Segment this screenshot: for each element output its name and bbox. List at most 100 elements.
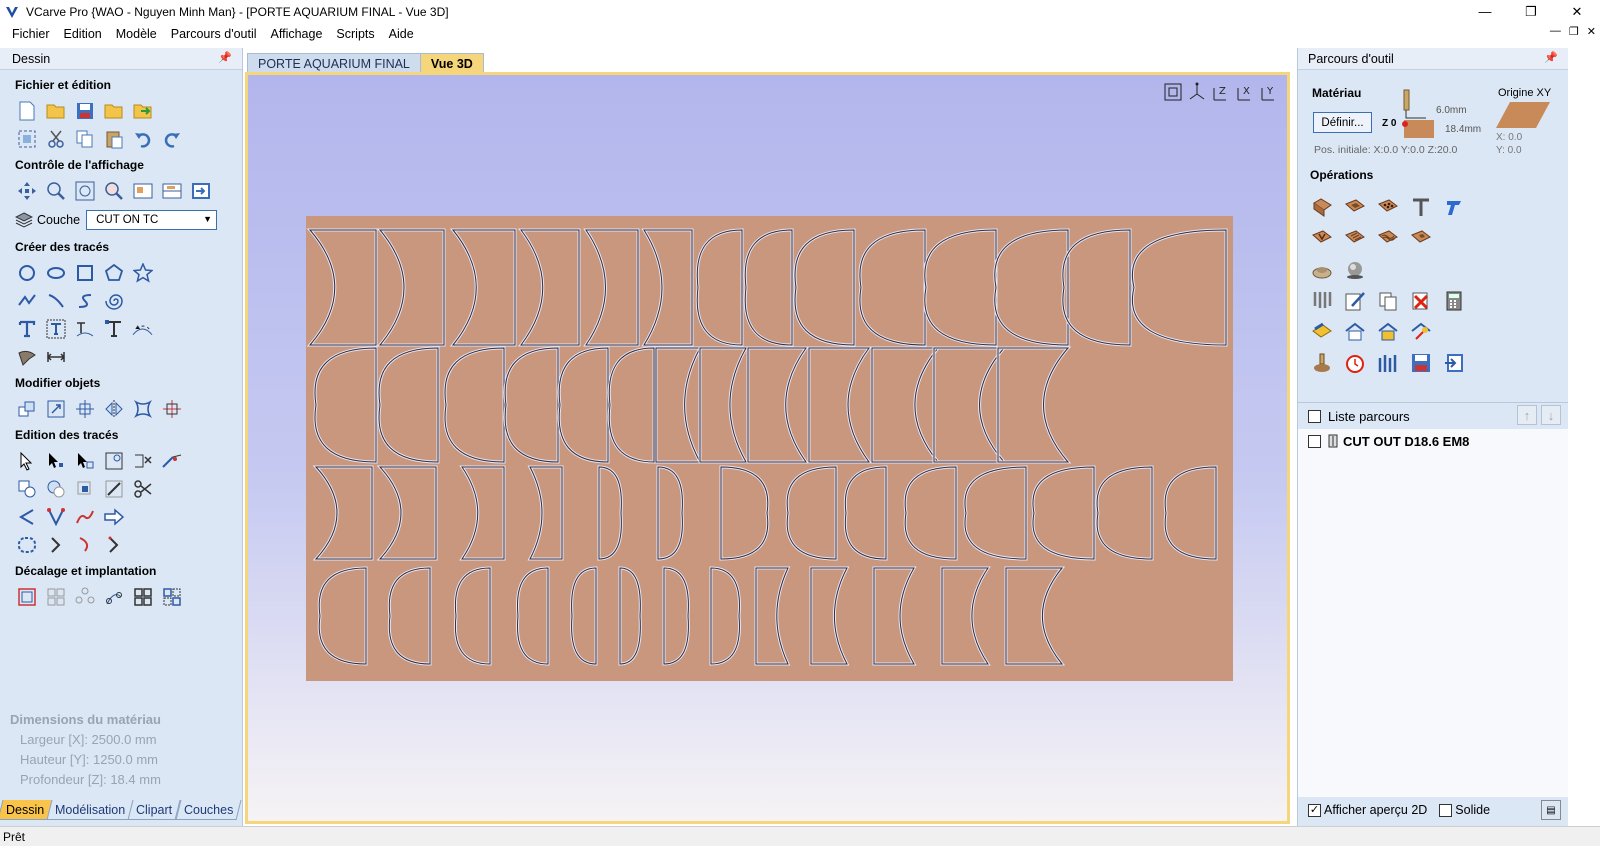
open-file-icon[interactable]	[44, 99, 67, 122]
new-file-icon[interactable]	[15, 99, 38, 122]
tab-couches[interactable]: Couches	[175, 800, 242, 820]
mdi-restore-button[interactable]: ❐	[1569, 25, 1579, 38]
3d-roughing-icon[interactable]	[1310, 258, 1333, 281]
offset-icon[interactable]	[15, 585, 38, 608]
cut-icon[interactable]	[44, 127, 67, 150]
close-button[interactable]: ✕	[1554, 0, 1600, 23]
array-copy-icon[interactable]	[44, 585, 67, 608]
transform-select-icon[interactable]	[73, 449, 96, 472]
mdi-close-button[interactable]: ✕	[1587, 25, 1596, 38]
copy-icon[interactable]	[73, 127, 96, 150]
view-toggle-icon[interactable]	[189, 179, 212, 202]
export-toolpath-icon[interactable]	[1442, 351, 1465, 374]
draw-shape-icon[interactable]	[15, 345, 38, 368]
curve-join-icon[interactable]	[73, 533, 96, 556]
copy-along-vector-icon[interactable]	[102, 585, 125, 608]
extend-icon[interactable]	[15, 505, 38, 528]
house-toolpath-icon[interactable]	[1343, 320, 1366, 343]
time-estimate-icon[interactable]	[1343, 351, 1366, 374]
preview-2d-option[interactable]: ✓ Afficher aperçu 2D	[1308, 803, 1427, 817]
tab-vue-3d[interactable]: Vue 3D	[419, 53, 484, 73]
transform-icon[interactable]	[160, 397, 183, 420]
node-curve-icon[interactable]	[44, 505, 67, 528]
pin-icon[interactable]: 📌	[1544, 51, 1558, 64]
vcarve-toolpath-icon[interactable]	[1310, 227, 1333, 250]
auto-text-icon[interactable]	[102, 317, 125, 340]
join-icon[interactable]	[102, 477, 125, 500]
tab-dessin[interactable]: Dessin	[0, 800, 53, 820]
intersect-icon[interactable]	[73, 477, 96, 500]
zoom-extents-icon[interactable]	[73, 179, 96, 202]
mirror-icon[interactable]	[102, 397, 125, 420]
solid-checkbox[interactable]	[1439, 803, 1453, 817]
redo-icon[interactable]	[160, 127, 183, 150]
toolpath-template-icon[interactable]	[1310, 320, 1333, 343]
solid-option[interactable]: Solide	[1439, 803, 1490, 817]
view-y-icon[interactable]: Y	[1259, 81, 1279, 103]
arrow-shape-icon[interactable]	[102, 505, 125, 528]
zoom-selection-icon[interactable]	[102, 179, 125, 202]
auto-layout-icon[interactable]	[160, 585, 183, 608]
fluting-toolpath-icon[interactable]	[1343, 227, 1366, 250]
view-x-icon[interactable]: X	[1235, 81, 1255, 103]
menu-edition[interactable]: Edition	[57, 27, 109, 41]
smooth-curve-icon[interactable]	[73, 505, 96, 528]
circular-array-icon[interactable]	[73, 585, 96, 608]
paste-icon[interactable]	[102, 127, 125, 150]
ellipse-icon[interactable]	[44, 261, 67, 284]
texture-toolpath-icon[interactable]	[1376, 227, 1399, 250]
import-icon[interactable]	[131, 99, 154, 122]
list-select-all-checkbox[interactable]	[1308, 409, 1321, 423]
pocket-toolpath-icon[interactable]	[1343, 196, 1366, 219]
polygon-icon[interactable]	[102, 261, 125, 284]
merge-toolpaths-icon[interactable]	[1310, 289, 1333, 312]
undo-icon[interactable]	[131, 127, 154, 150]
list-item[interactable]: CUT OUT D18.6 EM8	[1298, 429, 1569, 453]
text-arc-icon[interactable]	[131, 317, 154, 340]
menu-scripts[interactable]: Scripts	[329, 27, 381, 41]
menu-affichage[interactable]: Affichage	[264, 27, 330, 41]
delete-toolpath-icon[interactable]	[1409, 289, 1432, 312]
ramp-icon[interactable]	[102, 533, 125, 556]
close-vectors-icon[interactable]	[131, 449, 154, 472]
tab-porte-aquarium[interactable]: PORTE AQUARIUM FINAL	[247, 53, 421, 73]
nesting-icon[interactable]	[131, 585, 154, 608]
save-icon[interactable]	[73, 99, 96, 122]
panel-options-icon[interactable]: ▤	[1541, 800, 1561, 820]
line-icon[interactable]	[44, 289, 67, 312]
house-template-icon[interactable]	[1376, 320, 1399, 343]
move-icon[interactable]	[15, 397, 38, 420]
vcarve-text-toolpath-icon[interactable]	[1409, 196, 1432, 219]
spiral-icon[interactable]	[102, 289, 125, 312]
recalc-toolpath-icon[interactable]	[1409, 320, 1432, 343]
pan-icon[interactable]	[15, 179, 38, 202]
move-up-button[interactable]: ↑	[1517, 405, 1537, 425]
define-material-button[interactable]: Définir...	[1313, 112, 1372, 133]
text-icon[interactable]	[15, 317, 38, 340]
engrave-toolpath-icon[interactable]	[1442, 196, 1465, 219]
maximize-button[interactable]: ❐	[1508, 0, 1554, 23]
tool-database-icon[interactable]	[1376, 351, 1399, 374]
toolpath-calculator-icon[interactable]	[1442, 289, 1465, 312]
zoom-fit-icon[interactable]	[1163, 81, 1183, 103]
align-icon[interactable]	[73, 397, 96, 420]
3d-view[interactable]: Z X Y	[245, 72, 1290, 824]
scale-icon[interactable]	[44, 397, 67, 420]
drill-toolpath-icon[interactable]	[1376, 196, 1399, 219]
view-z-icon[interactable]: Z	[1211, 81, 1231, 103]
zoom-icon[interactable]	[44, 179, 67, 202]
prism-toolpath-icon[interactable]	[1409, 227, 1432, 250]
polyline-icon[interactable]	[15, 289, 38, 312]
text-box-icon[interactable]	[44, 317, 67, 340]
tab-clipart[interactable]: Clipart	[127, 800, 182, 820]
fillet-icon[interactable]	[160, 449, 183, 472]
copy-toolpath-icon[interactable]	[1376, 289, 1399, 312]
toolpath-checkbox[interactable]	[1308, 434, 1321, 448]
save-toolpath-icon[interactable]	[1409, 351, 1432, 374]
circle-icon[interactable]	[15, 261, 38, 284]
curve-icon[interactable]	[73, 289, 96, 312]
rectangle-icon[interactable]	[73, 261, 96, 284]
menu-parcours[interactable]: Parcours d'outil	[164, 27, 264, 41]
scissors-icon[interactable]	[131, 477, 154, 500]
menu-fichier[interactable]: Fichier	[5, 27, 57, 41]
